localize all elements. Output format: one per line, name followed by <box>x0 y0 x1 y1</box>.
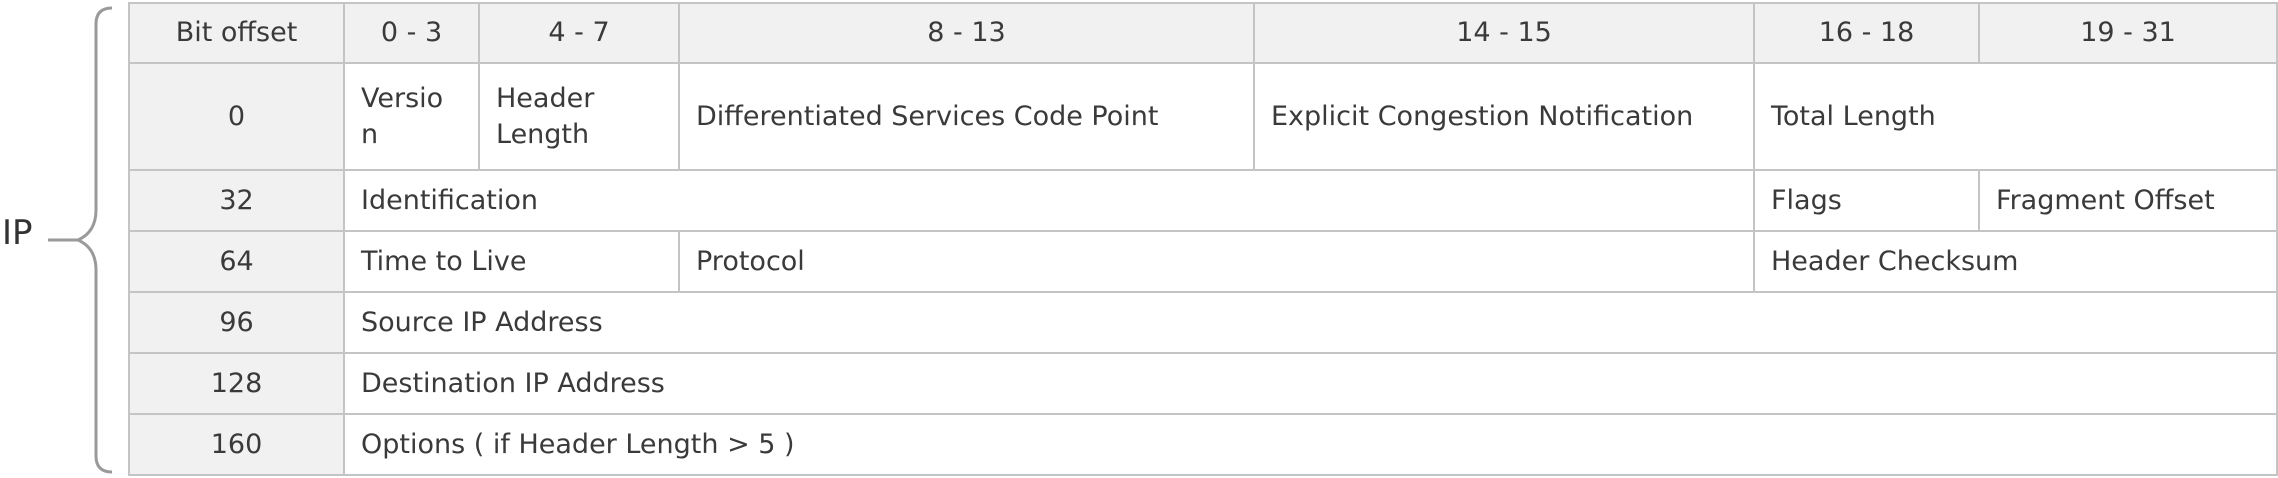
offset-cell: 64 <box>128 230 345 293</box>
table-row: 64 Time to Live Protocol Header Checksum <box>128 230 2278 293</box>
table-row: 32 Identification Flags Fragment Offset <box>128 169 2278 232</box>
field-protocol: Protocol <box>678 230 1755 293</box>
field-header-checksum: Header Checksum <box>1753 230 2278 293</box>
table-row: 160 Options ( if Header Length > 5 ) <box>128 413 2278 476</box>
ip-label: IP <box>2 213 33 253</box>
field-header-length: Header Length <box>478 62 680 171</box>
field-ecn: Explicit Congestion Notification <box>1253 62 1755 171</box>
offset-cell: 128 <box>128 352 345 415</box>
header-row: Bit offset 0 - 3 4 - 7 8 - 13 14 - 15 16… <box>128 2 2278 64</box>
range-header: 16 - 18 <box>1753 2 1980 64</box>
range-header: 0 - 3 <box>343 2 480 64</box>
offset-cell: 96 <box>128 291 345 354</box>
table-row: 96 Source IP Address <box>128 291 2278 354</box>
field-total-length: Total Length <box>1753 62 2278 171</box>
range-header: 14 - 15 <box>1253 2 1755 64</box>
range-header: 19 - 31 <box>1978 2 2278 64</box>
field-destination-ip: Destination IP Address <box>343 352 2278 415</box>
offset-cell: 0 <box>128 62 345 171</box>
field-fragment-offset: Fragment Offset <box>1978 169 2278 232</box>
table-row: 0 Versio n Header Length Differentiated … <box>128 62 2278 171</box>
field-dscp: Differentiated Services Code Point <box>678 62 1255 171</box>
range-header: 8 - 13 <box>678 2 1255 64</box>
offset-cell: 160 <box>128 413 345 476</box>
field-version: Versio n <box>343 62 480 171</box>
field-options: Options ( if Header Length > 5 ) <box>343 413 2278 476</box>
field-identification: Identification <box>343 169 1755 232</box>
field-time-to-live: Time to Live <box>343 230 680 293</box>
offset-cell: 32 <box>128 169 345 232</box>
table-row: 128 Destination IP Address <box>128 352 2278 415</box>
field-flags: Flags <box>1753 169 1980 232</box>
bit-offset-header: Bit offset <box>128 2 345 64</box>
range-header: 4 - 7 <box>478 2 680 64</box>
field-source-ip: Source IP Address <box>343 291 2278 354</box>
ipv4-header-table: Bit offset 0 - 3 4 - 7 8 - 13 14 - 15 16… <box>128 2 2278 476</box>
